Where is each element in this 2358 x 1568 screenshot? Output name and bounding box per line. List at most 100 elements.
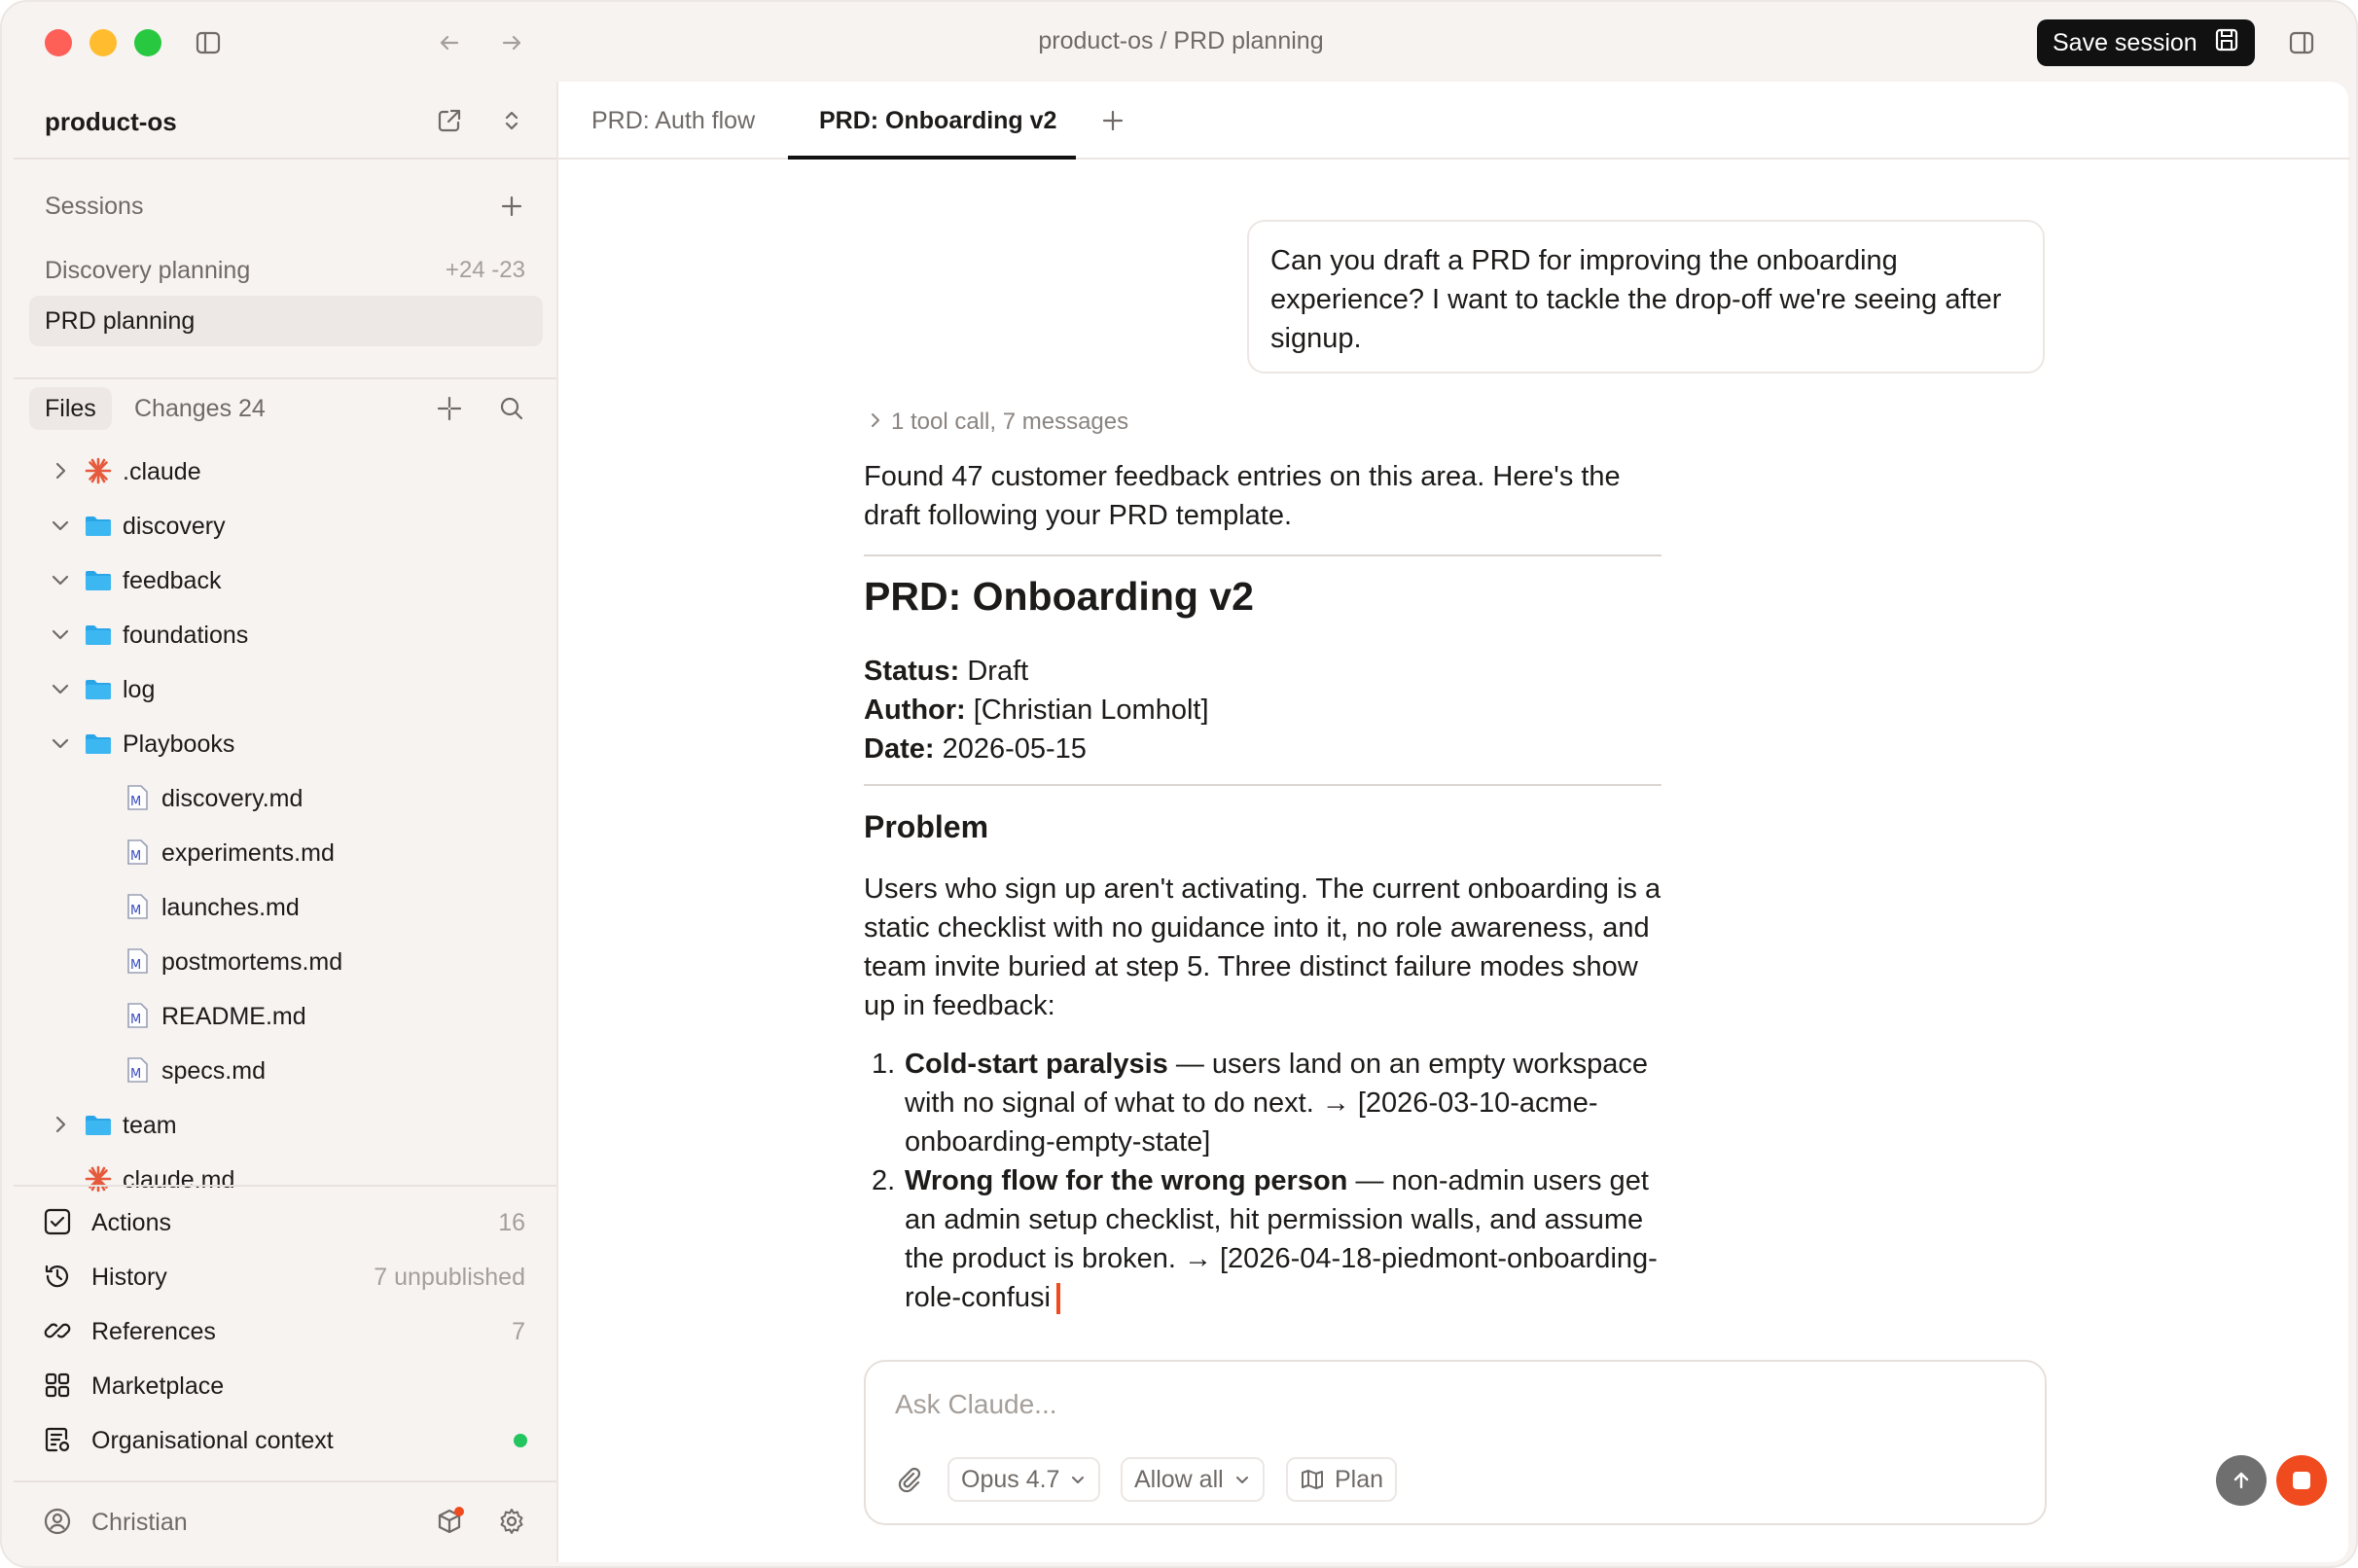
send-button[interactable]	[2216, 1455, 2267, 1506]
user-message: Can you draft a PRD for improving the on…	[1247, 220, 2045, 374]
model-label: Opus 4.7	[961, 1465, 1060, 1493]
date-value: 2026-05-15	[934, 733, 1087, 765]
problem-heading: Problem	[864, 809, 989, 844]
tree-item-label: README.md	[161, 1003, 306, 1030]
new-tab-plus-icon[interactable]	[1093, 101, 1132, 140]
folder-icon	[86, 571, 111, 590]
svg-text:M: M	[130, 904, 141, 918]
chevron-down-icon	[1235, 1477, 1248, 1483]
tool-call-summary[interactable]: 1 tool call, 7 messages	[866, 409, 1128, 437]
svg-text:M: M	[130, 958, 141, 973]
right-panel-toggle-icon[interactable]	[2282, 23, 2321, 62]
open-external-icon[interactable]	[430, 101, 469, 140]
nav-organisational-context[interactable]: Organisational context	[14, 1412, 556, 1467]
user-profile[interactable]: Christian	[14, 1494, 556, 1549]
stop-button[interactable]	[2276, 1455, 2327, 1506]
new-session-plus-icon[interactable]	[492, 187, 531, 226]
app-window: product-os / PRD planning Save session p…	[0, 0, 2358, 1568]
tab-prd-auth-flow[interactable]: PRD: Auth flow	[591, 82, 755, 160]
tree-item-launches-md[interactable]: M launches.md	[14, 879, 556, 934]
list-number: 2.	[872, 1165, 896, 1196]
tree-item-label: specs.md	[161, 1057, 266, 1085]
tree-item-specs-md[interactable]: M specs.md	[14, 1043, 556, 1097]
author-value: [Christian Lomholt]	[965, 695, 1209, 726]
doc-author: Author: [Christian Lomholt]	[864, 691, 1681, 730]
package-icon[interactable]	[430, 1502, 469, 1541]
folder-icon	[86, 625, 111, 645]
attach-paperclip-icon[interactable]	[889, 1459, 928, 1498]
tree-item-label: foundations	[123, 622, 249, 649]
user-name: Christian	[91, 1509, 188, 1536]
markdown-file-icon: M	[127, 1057, 148, 1083]
user-avatar-icon	[44, 1508, 71, 1535]
project-name[interactable]: product-os	[45, 107, 177, 137]
tree-item-foundations[interactable]: foundations	[14, 607, 556, 661]
divider	[14, 1185, 556, 1187]
tree-item-log[interactable]: log	[14, 661, 556, 716]
chevron-down-icon	[52, 520, 69, 531]
active-tab-indicator	[788, 156, 1076, 160]
tree-item-playbooks[interactable]: Playbooks	[14, 716, 556, 770]
tree-item-experiments-md[interactable]: M experiments.md	[14, 825, 556, 879]
plan-label: Plan	[1335, 1465, 1384, 1493]
tree-item-postmortems-md[interactable]: M postmortems.md	[14, 934, 556, 988]
streaming-cursor	[1055, 1283, 1060, 1315]
session-prd-planning[interactable]: PRD planning	[29, 296, 543, 346]
files-tab[interactable]: Files	[29, 387, 112, 430]
markdown-file-icon: M	[127, 1003, 148, 1028]
nav-label: References	[91, 1318, 216, 1345]
chevron-right-icon	[55, 462, 66, 480]
tree-item-readme-md[interactable]: M README.md	[14, 988, 556, 1043]
search-icon[interactable]	[492, 389, 531, 428]
svg-text:M: M	[130, 1067, 141, 1082]
tree-item-discovery[interactable]: discovery	[14, 498, 556, 552]
model-select[interactable]: Opus 4.7	[947, 1457, 1101, 1502]
sessions-label: Sessions	[45, 193, 144, 220]
tree-item-discovery-md[interactable]: M discovery.md	[14, 770, 556, 825]
prompt-input[interactable]	[895, 1383, 1965, 1426]
chevron-updown-icon[interactable]	[492, 101, 531, 140]
list-item-title: Wrong flow for the wrong person	[905, 1165, 1348, 1196]
folder-icon	[86, 734, 111, 754]
nav-label: Marketplace	[91, 1372, 225, 1400]
save-session-button[interactable]: Save session	[2037, 19, 2255, 66]
chevron-down-icon	[52, 738, 69, 749]
doc-title: PRD: Onboarding v2	[864, 574, 1254, 619]
divider	[14, 1480, 556, 1482]
nav-history[interactable]: History 7 unpublished	[14, 1249, 556, 1303]
save-session-label: Save session	[2053, 28, 2197, 56]
chevron-down-icon	[1072, 1477, 1085, 1483]
list-number: 1.	[872, 1049, 896, 1080]
context-icon	[45, 1427, 70, 1452]
tree-item-feedback[interactable]: feedback	[14, 552, 556, 607]
session-label: Discovery planning	[45, 257, 251, 284]
doc-status: Status: Draft	[864, 652, 1681, 691]
nav-references[interactable]: References 7	[14, 1303, 556, 1358]
tree-item-team[interactable]: team	[14, 1097, 556, 1152]
window-title: product-os / PRD planning	[1038, 27, 1324, 54]
changes-tab[interactable]: Changes 24	[134, 387, 266, 430]
tree-item-label: discovery.md	[161, 785, 304, 812]
claude-icon	[85, 457, 112, 484]
nav-count: 16	[498, 1209, 525, 1236]
doc-date: Date: 2026-05-15	[864, 730, 1681, 768]
plan-toggle[interactable]: Plan	[1286, 1457, 1398, 1502]
nav-marketplace[interactable]: Marketplace	[14, 1358, 556, 1412]
list-item: 1. Cold-start paralysis — users land on …	[864, 1045, 1681, 1161]
map-icon	[1302, 1470, 1323, 1489]
collapse-icon[interactable]	[430, 389, 469, 428]
permission-label: Allow all	[1134, 1465, 1224, 1493]
tab-prd-onboarding-v2[interactable]: PRD: Onboarding v2	[819, 82, 1056, 160]
gear-icon[interactable]	[492, 1502, 531, 1541]
nav-count: 7	[512, 1318, 525, 1345]
nav-actions[interactable]: Actions 16	[14, 1194, 556, 1249]
permission-select[interactable]: Allow all	[1121, 1457, 1265, 1502]
tree-item-claude-dir[interactable]: .claude	[14, 444, 556, 498]
session-discovery-planning[interactable]: Discovery planning +24 -23	[29, 245, 543, 296]
link-icon	[44, 1323, 71, 1338]
save-icon	[2213, 26, 2240, 60]
tree-item-label: log	[123, 676, 156, 703]
response-intro: Found 47 customer feedback entries on th…	[864, 461, 1621, 531]
tree-item-label: postmortems.md	[161, 948, 343, 976]
divider	[14, 377, 556, 379]
